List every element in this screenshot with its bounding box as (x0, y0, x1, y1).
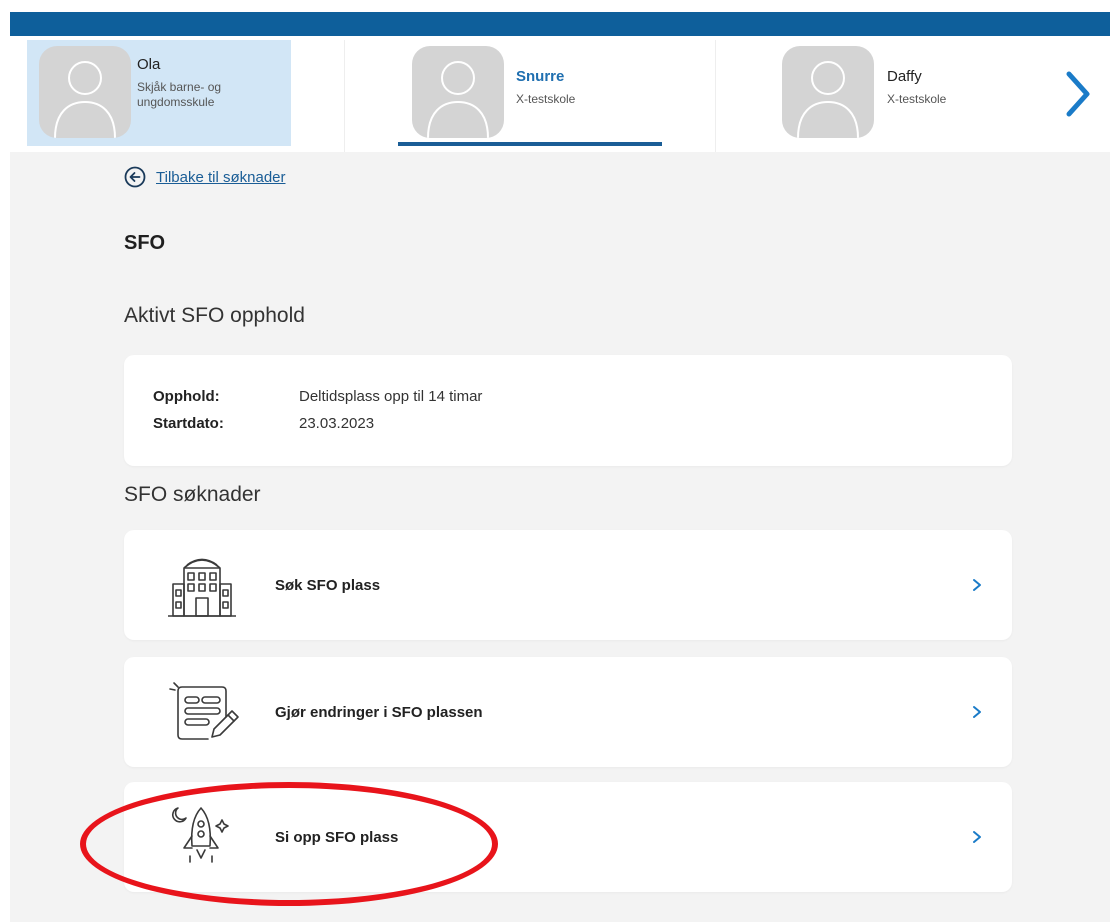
active-stay-heading: Aktivt SFO opphold (124, 304, 305, 327)
cancel-sfo-label: Si opp SFO plass (275, 829, 399, 846)
main-content: Tilbake til søknader SFO Aktivt SFO opph… (10, 152, 1110, 922)
change-sfo-label: Gjør endringer i SFO plassen (275, 704, 483, 721)
info-row-startdato: Startdato: 23.03.2023 (153, 415, 374, 432)
info-value: Deltidsplass opp til 14 timar (299, 388, 483, 405)
apply-sfo-label: Søk SFO plass (275, 577, 381, 594)
back-link[interactable]: Tilbake til søknader (124, 164, 286, 190)
form-edit-icon (169, 682, 239, 740)
chevron-right-icon (973, 706, 981, 718)
child-school: X-testskole (516, 92, 576, 106)
info-row-opphold: Opphold: Deltidsplass opp til 14 timar (153, 388, 482, 405)
cancel-sfo-card[interactable]: Si opp SFO plass (124, 782, 1012, 892)
change-sfo-card[interactable]: Gjør endringer i SFO plassen (124, 657, 1012, 767)
child-name: Daffy (887, 68, 922, 85)
avatar-placeholder-icon (39, 46, 131, 138)
child-card-ola[interactable]: Ola Skjåk barne- og ungdomsskule (27, 40, 291, 146)
page-title: SFO (124, 232, 166, 254)
applications-heading: SFO søknader (124, 483, 261, 506)
chevron-right-icon (1066, 71, 1090, 117)
child-school: X-testskole (887, 92, 947, 106)
divider (715, 40, 716, 152)
arrow-left-circle-icon (124, 166, 146, 188)
child-selector: Ola Skjåk barne- og ungdomsskule Snurre … (27, 40, 1110, 152)
child-card-snurre[interactable]: Snurre X-testskole (397, 40, 661, 146)
back-link-label: Tilbake til søknader (156, 168, 286, 186)
school-building-icon (168, 558, 236, 617)
apply-sfo-card[interactable]: Søk SFO plass (124, 530, 1012, 640)
chevron-right-icon (973, 831, 981, 843)
divider (344, 40, 345, 152)
child-school: Skjåk barne- og ungdomsskule (137, 80, 222, 109)
active-stay-card: Opphold: Deltidsplass opp til 14 timar St… (124, 355, 1012, 466)
avatar-placeholder-icon (782, 46, 874, 138)
child-name: Ola (137, 56, 161, 73)
avatar-placeholder-icon (412, 46, 504, 138)
info-value: 23.03.2023 (299, 415, 375, 432)
active-child-indicator (398, 142, 662, 146)
next-children-button[interactable] (1057, 66, 1097, 122)
info-key: Opphold: (153, 388, 220, 405)
child-name: Snurre (516, 68, 565, 85)
rocket-icon (172, 807, 229, 863)
chevron-right-icon (973, 579, 981, 591)
info-key: Startdato: (153, 415, 224, 432)
child-card-daffy[interactable]: Daffy X-testskole (771, 40, 1035, 146)
top-bar (10, 12, 1110, 36)
